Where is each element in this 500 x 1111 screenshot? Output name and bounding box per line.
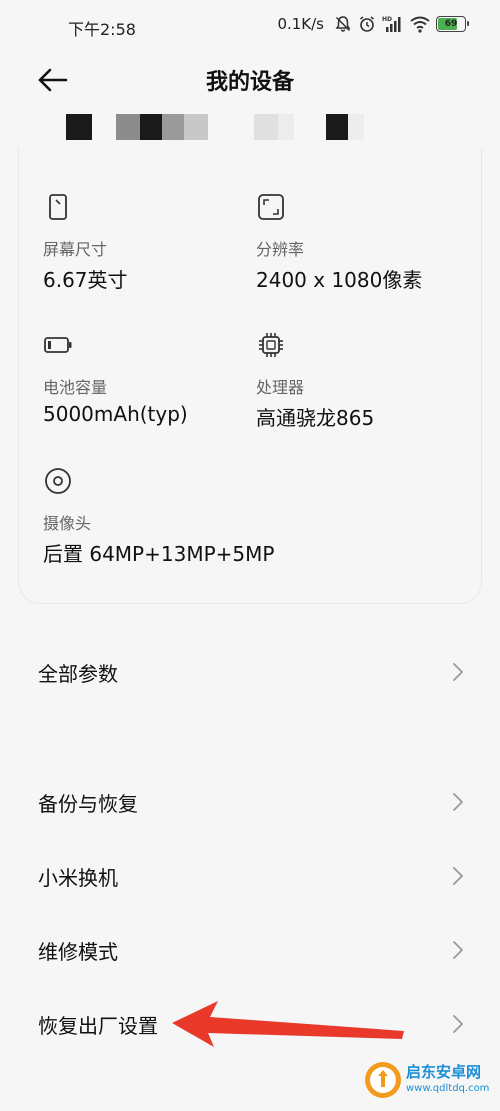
chevron-right-icon [453, 663, 463, 681]
spec-value: 后置 64MP+13MP+5MP [43, 542, 275, 566]
resolution-icon [258, 194, 284, 220]
spec-label: 摄像头 [43, 514, 92, 533]
watermark-logo-icon [365, 1062, 401, 1098]
menu-label: 维修模式 [38, 940, 118, 964]
menu-mi-mover[interactable]: 小米换机 [0, 846, 500, 906]
spec-label: 分辨率 [256, 240, 305, 259]
status-time: 下午2:58 [68, 20, 136, 39]
svg-text:HD: HD [382, 16, 392, 23]
page-title: 我的设备 [205, 70, 294, 95]
spec-value: 6.67英寸 [43, 268, 128, 292]
spec-card: 屏幕尺寸 6.67英寸 分辨率 2400 x 1080像素 电池容量 5000m… [18, 148, 482, 604]
spec-label: 处理器 [256, 378, 305, 397]
network-speed: 0.1K/s [277, 15, 324, 33]
status-bar: 下午2:58 0.1K/s HD 69 [0, 0, 500, 56]
screen-size-icon [49, 194, 67, 220]
spec-value: 高通骁龙865 [256, 406, 375, 430]
watermark-title: 启东安卓网 [406, 1063, 482, 1081]
watermark: 启东安卓网 www.qdltdq.com [364, 1059, 492, 1103]
menu-repair-mode[interactable]: 维修模式 [0, 920, 500, 980]
menu-label: 小米换机 [38, 866, 118, 890]
camera-lens-icon [45, 468, 71, 494]
chevron-right-icon [453, 1015, 463, 1033]
chevron-right-icon [453, 941, 463, 959]
processor-chip-icon [259, 333, 283, 357]
menu-label: 全部参数 [38, 662, 118, 686]
header: 我的设备 [0, 56, 500, 104]
hd-signal-icon: HD [382, 16, 401, 32]
chevron-right-icon [453, 793, 463, 811]
alarm-icon [360, 16, 374, 32]
spec-label: 电池容量 [43, 378, 108, 397]
annotation-arrow [172, 1001, 404, 1047]
bell-muted-icon [335, 16, 351, 32]
wifi-icon [410, 16, 430, 33]
menu-backup-restore[interactable]: 备份与恢复 [0, 772, 500, 832]
battery-capacity-icon [44, 337, 72, 353]
menu-label: 恢复出厂设置 [38, 1014, 158, 1038]
watermark-url: www.qdltdq.com [406, 1083, 490, 1094]
status-indicators: 0.1K/s HD 69 [277, 15, 469, 33]
chevron-right-icon [453, 867, 463, 885]
spec-label: 屏幕尺寸 [43, 240, 108, 259]
battery-level: 69 [444, 19, 458, 29]
battery-icon: 69 [436, 16, 469, 32]
spec-value: 5000mAh(typ) [43, 402, 188, 426]
menu-all-params[interactable]: 全部参数 [0, 642, 500, 702]
menu-label: 备份与恢复 [38, 792, 138, 816]
spec-value: 2400 x 1080像素 [256, 268, 423, 292]
